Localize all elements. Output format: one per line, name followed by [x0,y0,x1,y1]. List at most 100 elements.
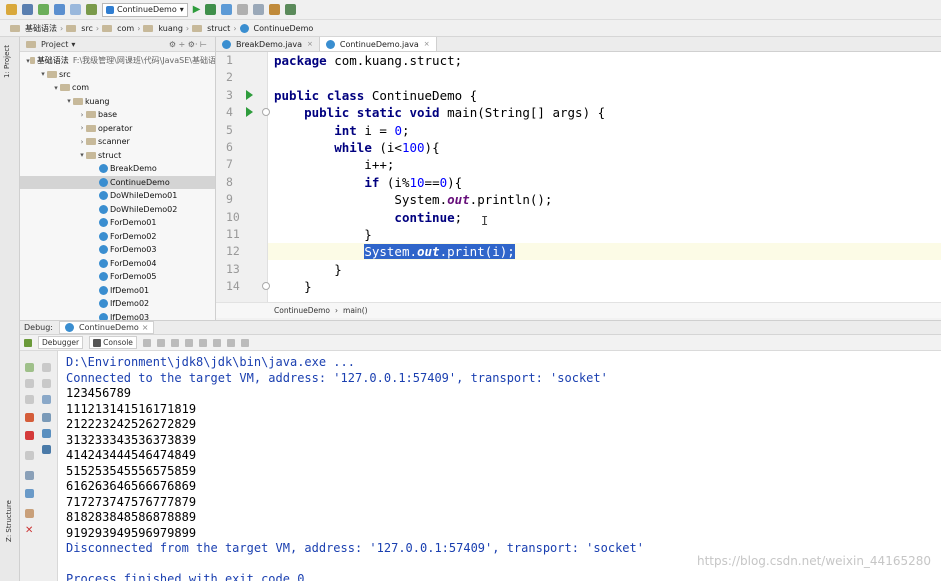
tree-item-ifdemo03[interactable]: IfDemo03 [20,311,215,320]
gear-icon[interactable]: ⚙ ÷ ⚙· ⊢ [169,40,207,49]
force-step-into-icon[interactable] [170,338,179,347]
vcs-icon[interactable] [285,4,297,15]
run-to-cursor-icon[interactable] [212,338,221,347]
chevron-down-icon[interactable]: ▾ [39,70,47,78]
run-icon[interactable]: ▶ [193,4,201,15]
tree-item-operator[interactable]: › operator [20,122,215,135]
chevron-right-icon[interactable]: › [78,124,86,132]
code-line[interactable]: } [274,278,312,295]
console-tab[interactable]: Console [89,336,137,349]
selected-text[interactable]: System.out.print(i); [364,244,515,260]
debug-icon[interactable] [205,4,217,15]
settings-icon[interactable] [25,471,34,480]
tree-item-fordemo01[interactable]: ForDemo01 [20,216,215,229]
chevron-down-icon[interactable]: ▾ [78,151,86,159]
tree-item-fordemo04[interactable]: ForDemo04 [20,257,215,270]
pin-icon[interactable] [25,509,34,518]
chevron-down-icon[interactable]: ▾ [71,40,75,49]
code-line[interactable]: continue; [274,209,462,226]
code-line[interactable]: int i = 0; [274,122,409,139]
code-line[interactable]: i++; [274,156,394,173]
tree-item-dowhiledemo02[interactable]: DoWhileDemo02 [20,203,215,216]
code-line[interactable]: System.out.print(i); [274,243,515,260]
stop-icon[interactable] [237,4,249,15]
code-line[interactable]: package com.kuang.struct; [274,52,462,69]
step-into-icon[interactable] [156,338,165,347]
tree-item-continuedemo[interactable]: ContinueDemo [20,175,215,189]
back-icon[interactable] [54,4,65,15]
chevron-right-icon[interactable]: › [78,138,86,146]
close-icon[interactable]: × [424,40,430,48]
search-icon[interactable] [25,489,34,498]
tree-item-base[interactable]: › base [20,108,215,121]
project-panel-title[interactable]: Project [41,40,68,49]
up-icon[interactable] [42,363,51,372]
tree-item-ifdemo02[interactable]: IfDemo02 [20,297,215,310]
chevron-down-icon[interactable]: ▾ [52,84,60,92]
tree-item-scanner[interactable]: › scanner [20,135,215,148]
code-line[interactable]: } [274,226,372,243]
structure-tool-tab[interactable]: Z: Structure [5,500,13,542]
tree-item-src[interactable]: ▾ src [20,68,215,81]
debug-session-tab[interactable]: ContinueDemo × [59,321,155,334]
layout-icon[interactable] [240,338,249,347]
console-output[interactable]: D:\Environment\jdk8\jdk\bin\java.exe ...… [58,351,941,581]
code-line[interactable]: public static void main(String[] args) { [274,104,605,121]
tree-item-dowhiledemo01[interactable]: DoWhileDemo01 [20,189,215,202]
tree-item-kuang[interactable]: ▾ kuang [20,95,215,108]
drop-frame-icon[interactable] [198,338,207,347]
tree-item-com[interactable]: ▾ com [20,81,215,94]
down-icon[interactable] [42,379,51,388]
chevron-down-icon[interactable]: ▾ [65,97,73,105]
forward-icon[interactable] [70,4,81,15]
run-gutter-icon[interactable] [246,89,253,100]
structure-icon[interactable] [253,4,265,15]
tree-item-breakdemo[interactable]: BreakDemo [20,162,215,175]
tree-item-fordemo03[interactable]: ForDemo03 [20,243,215,256]
print-icon[interactable] [42,429,51,438]
tree-item-fordemo05[interactable]: ForDemo05 [20,270,215,283]
tree-item-ifdemo01[interactable]: IfDemo01 [20,284,215,297]
resume-icon[interactable] [25,363,34,372]
folder-open-icon[interactable] [6,4,17,15]
stop-icon[interactable] [25,395,34,404]
build-icon[interactable] [86,4,97,15]
breadcrumb-item[interactable]: kuang [158,24,183,33]
sdk-icon[interactable] [269,4,281,15]
chevron-right-icon[interactable]: › [78,111,86,119]
run-config-select[interactable]: ContinueDemo ▾ [102,2,188,17]
code-breadcrumb-class[interactable]: ContinueDemo [274,306,330,315]
code-line[interactable]: public class ContinueDemo { [274,87,477,104]
tab-continuedemo[interactable]: ContinueDemo.java × [319,37,437,51]
code-line[interactable]: if (i%10==0){ [274,174,462,191]
get-dump-icon[interactable] [25,451,34,460]
code-line[interactable]: while (i<100){ [274,139,439,156]
coverage-icon[interactable] [221,4,233,15]
tree-item-fordemo02[interactable]: ForDemo02 [20,230,215,243]
debugger-tab[interactable]: Debugger [38,336,84,349]
bug-icon[interactable] [24,338,32,347]
tree-item-struct[interactable]: ▾ struct [20,149,215,162]
tab-breakdemo[interactable]: BreakDemo.java × [216,37,320,51]
breadcrumb-item[interactable]: struct [207,24,230,33]
sync-icon[interactable] [38,4,49,15]
project-tool-tab[interactable]: 1: Project [3,45,11,78]
close-icon[interactable]: × [142,323,149,332]
evaluate-icon[interactable] [226,338,235,347]
pause-icon[interactable] [25,379,34,388]
close-icon[interactable]: ✕ [25,525,33,536]
step-over-icon[interactable] [142,338,151,347]
trash-icon[interactable] [42,445,51,454]
soft-wrap-icon[interactable] [42,395,51,404]
run-gutter-icon[interactable] [246,107,253,118]
code-line[interactable]: System.out.println(); [274,191,552,208]
view-breakpoints-icon[interactable] [25,413,34,422]
close-icon[interactable]: × [307,40,313,48]
breadcrumb-item[interactable]: src [81,24,93,33]
code-line[interactable]: } [274,261,342,278]
breadcrumb-item[interactable]: com [117,24,134,33]
code-breadcrumb-method[interactable]: main() [343,306,368,315]
breadcrumb-item[interactable]: ContinueDemo [254,24,314,33]
breadcrumb-item[interactable]: 基础语法 [25,23,57,34]
scroll-end-icon[interactable] [42,413,51,422]
